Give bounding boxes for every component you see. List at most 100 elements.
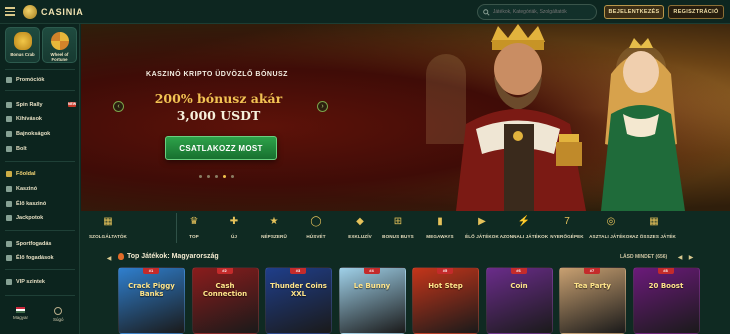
sidebar-item-home[interactable]: Főoldal (6, 169, 36, 179)
language-selector[interactable]: Magyar (13, 307, 28, 320)
instant-icon: ⚡ (517, 216, 531, 227)
sidebar-item-live-casino[interactable]: Élő kaszinó (6, 199, 46, 209)
gift-icon (6, 77, 12, 83)
category-label: MEGAWAYS (426, 234, 454, 239)
scroll-left-icon[interactable]: ◀ (105, 254, 113, 262)
menu-icon[interactable] (5, 7, 15, 16)
join-now-button[interactable]: CSATLAKOZZ MOST (165, 136, 277, 160)
hero-next-arrow-icon[interactable]: › (317, 101, 328, 112)
sidebar-item-spin-rally[interactable]: Spin Rally (6, 100, 43, 110)
crab-icon (13, 32, 32, 50)
game-card[interactable]: #8 20 Boost (632, 267, 700, 334)
sidebar-item-label: Kihívások (16, 116, 42, 122)
help-icon (54, 307, 63, 315)
game-title: Le Bunny (353, 282, 391, 290)
rank-badge: #5 (437, 268, 453, 274)
sidebar-item-label: Jackpotok (16, 215, 44, 221)
see-all-link[interactable]: LÁSD MINDET (656) (620, 254, 667, 260)
login-button[interactable]: BEJELENTKEZÉS (604, 5, 664, 19)
category-megaways[interactable]: ▮ MEGAWAYS (417, 215, 463, 239)
game-title: Hot Step (428, 282, 463, 290)
carousel-dot-active[interactable] (223, 175, 226, 178)
game-card[interactable]: #3 Thunder Coins XXL (265, 267, 332, 334)
category-all-games[interactable]: ▦ AZ ÖSSZES JÁTÉK (631, 215, 677, 239)
rank-badge: #8 (657, 268, 674, 274)
trophy-icon (6, 131, 12, 137)
category-live-games[interactable]: ▶ ÉLŐ JÁTÉKOK (459, 215, 505, 239)
register-button[interactable]: REGISZTRÁCIÓ (668, 5, 724, 19)
divider (5, 69, 75, 70)
game-title: Coin (510, 282, 528, 290)
hero-banner[interactable]: KASZINÓ KRIPTO ÜDVÖZLŐ BÓNUSZ 200% bónus… (81, 24, 730, 211)
sidebar-item-live-bets[interactable]: Élő fogadások (6, 253, 54, 263)
game-card[interactable]: #5 Hot Step (412, 267, 479, 334)
game-card[interactable]: #6 Coin (485, 267, 553, 334)
divider (5, 161, 75, 162)
game-title: Thunder Coins XXL (270, 282, 327, 298)
sidebar-item-label: VIP szintek (16, 279, 45, 285)
help-link[interactable]: Súgó (53, 307, 64, 322)
live-bet-icon (6, 255, 12, 261)
wheel-of-fortune-tile[interactable]: Wheel of Fortune (42, 27, 77, 63)
sidebar-item-label: Spin Rally (16, 102, 43, 108)
carousel-dot[interactable] (231, 175, 234, 178)
carousel-dot[interactable] (207, 175, 210, 178)
crown-icon (6, 279, 12, 285)
divider (5, 295, 75, 296)
category-bonus-buy[interactable]: ⊞ BONUS BUYS (375, 215, 421, 239)
sidebar-item-jackpots[interactable]: Jackpotok (6, 213, 43, 223)
rank-badge: #3 (290, 268, 306, 274)
bonus-crab-tile[interactable]: Bonus Crab (5, 27, 40, 63)
sidebar-item-label: Bolt (16, 146, 27, 152)
category-egg[interactable]: ◯ HÚSVÉT (293, 215, 339, 239)
category-label: SZOLGÁLTATÓK (89, 234, 127, 239)
brand-logo[interactable]: CASINIA (23, 4, 84, 19)
egg-icon: ◯ (310, 216, 322, 227)
shop-icon (6, 146, 12, 152)
category-label: AZ ÖSSZES JÁTÉK (632, 234, 676, 239)
language-label: Magyar (13, 315, 29, 320)
sidebar-item-tournaments[interactable]: Bajnokságok (6, 129, 50, 139)
tile-label: Wheel of Fortune (50, 52, 69, 62)
sidebar-item-casino[interactable]: Kaszinó (6, 184, 37, 194)
scroll-next-icon[interactable]: ▶ (687, 253, 695, 261)
category-providers[interactable]: ▦ SZOLGÁLTATÓK (85, 215, 131, 239)
category-label: NÉPSZERŰ (261, 234, 287, 239)
category-label: ÉLŐ JÁTÉKOK (465, 234, 499, 239)
queen-illustration (601, 38, 685, 211)
carousel-dot[interactable] (199, 175, 202, 178)
sidebar: Bonus Crab Wheel of Fortune Promóciók Sp… (0, 24, 80, 334)
sidebar-item-vip[interactable]: VIP szintek (6, 277, 45, 287)
category-table[interactable]: ◎ ASZTALI JÁTÉKOK (588, 215, 634, 239)
divider (5, 269, 75, 270)
game-card[interactable]: #2 Cash Connection (191, 267, 259, 334)
scroll-prev-icon[interactable]: ◀ (676, 253, 684, 261)
category-instant[interactable]: ⚡ AZONNALI JÁTÉKOK (500, 215, 548, 239)
search-icon (483, 8, 490, 16)
sidebar-item-label: Élő kaszinó (16, 201, 47, 207)
sidebar-item-sports[interactable]: Sportfogadás (6, 239, 51, 249)
sidebar-item-shop[interactable]: Bolt (6, 144, 27, 154)
game-card[interactable]: #4 Le Bunny (338, 267, 406, 334)
logo-mark-icon (23, 4, 37, 19)
search-input[interactable] (492, 9, 596, 15)
fire-icon (118, 253, 124, 260)
category-label: HÚSVÉT (306, 234, 326, 239)
category-popular[interactable]: ★ NÉPSZERŰ (251, 215, 297, 239)
sidebar-item-promotions[interactable]: Promóciók (6, 75, 44, 85)
hero-kicker: KASZINÓ KRIPTO ÜDVÖZLŐ BÓNUSZ (146, 71, 288, 78)
sidebar-item-label: Sportfogadás (16, 241, 52, 247)
category-slot[interactable]: 7 NYERŐGÉPEK (544, 215, 590, 239)
game-card[interactable]: #1 Crack Piggy Banks (118, 267, 185, 334)
tile-label: Bonus Crab (10, 52, 35, 57)
home-icon (6, 171, 12, 177)
hero-prev-arrow-icon[interactable]: ‹ (113, 101, 124, 112)
jackpot-icon (6, 215, 12, 221)
ball-icon (6, 241, 12, 247)
divider (5, 90, 75, 91)
game-card[interactable]: #7 Tea Party (559, 267, 626, 334)
sidebar-item-challenges[interactable]: Kihívások (6, 114, 42, 124)
carousel-dot[interactable] (215, 175, 218, 178)
search-box[interactable] (477, 4, 597, 20)
sidebar-item-label: Kaszinó (16, 186, 38, 192)
